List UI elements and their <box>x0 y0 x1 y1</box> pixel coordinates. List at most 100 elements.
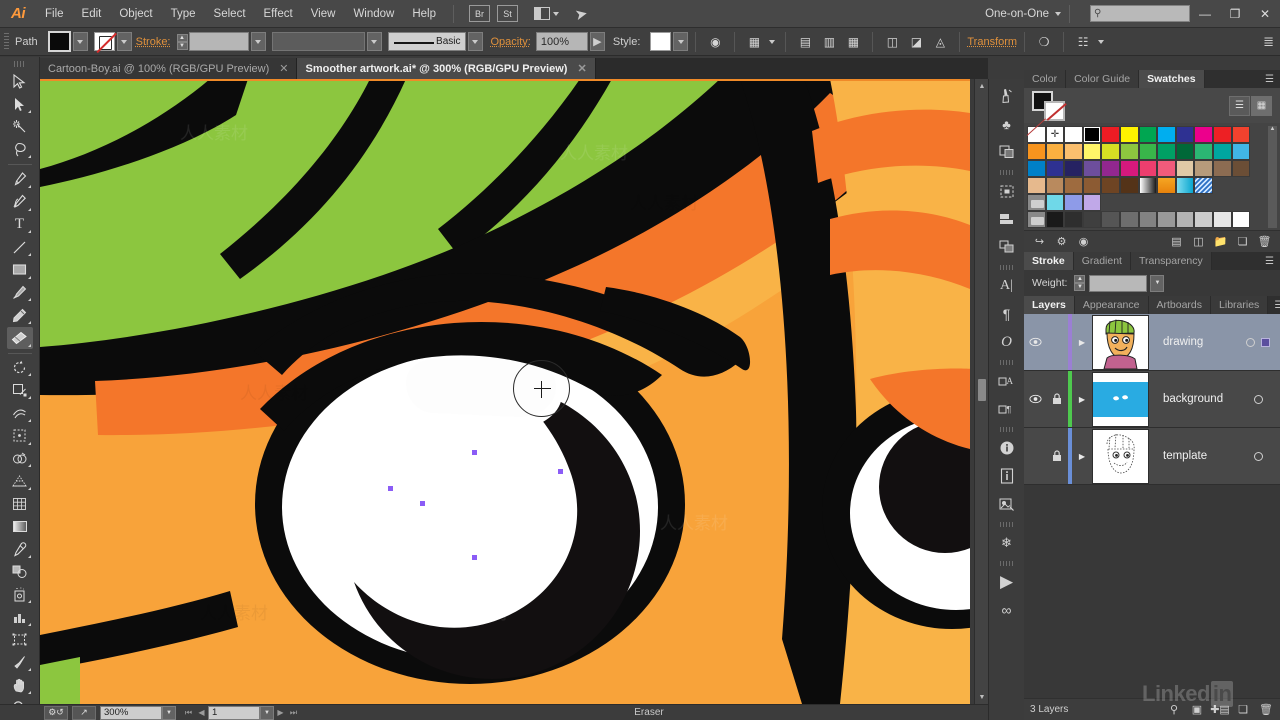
preferences-chevron-icon[interactable] <box>1096 32 1106 52</box>
color-group-icon[interactable]: ◉ <box>1074 233 1093 251</box>
swatch-color[interactable] <box>1231 160 1251 177</box>
perspective-grid-tool[interactable] <box>7 470 33 492</box>
menu-type[interactable]: Type <box>162 0 205 28</box>
swatch-color[interactable] <box>1064 194 1083 211</box>
locate-object-icon[interactable]: ⚲ <box>1166 702 1182 718</box>
fill-dropdown-button[interactable] <box>72 32 88 51</box>
swatch-gradient-cyan[interactable] <box>1175 177 1195 194</box>
links-icon[interactable] <box>992 490 1022 518</box>
swatch-gray[interactable] <box>1045 211 1065 228</box>
symbol-sprayer-tool[interactable] <box>7 584 33 606</box>
swatch-color[interactable] <box>1175 143 1195 160</box>
tab-stroke[interactable]: Stroke <box>1024 252 1074 270</box>
zoom-level-dropdown[interactable]: ▼ <box>162 705 176 720</box>
swatch-none[interactable] <box>1027 126 1046 143</box>
layer-visibility-toggle[interactable] <box>1024 314 1046 370</box>
document-info-icon[interactable] <box>992 462 1022 490</box>
swatch-gradient-bw[interactable] <box>1138 177 1158 194</box>
swatch-libraries-icon[interactable]: ↪ <box>1030 233 1049 251</box>
fill-stroke-indicator[interactable] <box>1032 90 1068 121</box>
menu-window[interactable]: Window <box>344 0 403 28</box>
layer-selection-indicator[interactable] <box>1261 337 1270 347</box>
document-setup-icon[interactable]: ☷ <box>1072 32 1094 52</box>
layer-target-indicator[interactable] <box>1253 394 1263 404</box>
pathfinder-icon[interactable] <box>992 205 1022 233</box>
variable-width-dropdown[interactable] <box>366 32 382 51</box>
opacity-input[interactable]: 100% <box>535 32 588 51</box>
share-on-behance-icon[interactable]: ↗ <box>72 705 96 720</box>
new-swatch-icon[interactable]: ❏ <box>1233 233 1252 251</box>
swatch-color[interactable] <box>1045 194 1065 211</box>
swatch-white[interactable] <box>1064 126 1083 143</box>
arrange-documents-button[interactable] <box>534 7 559 20</box>
scroll-up-icon[interactable]: ▲ <box>975 79 989 93</box>
select-similar-icon[interactable]: ▦ <box>743 32 765 52</box>
swatch-color[interactable] <box>1101 126 1120 143</box>
swatch-options-icon[interactable]: ◫ <box>1189 233 1208 251</box>
path-anchor-point[interactable] <box>420 501 425 506</box>
column-graph-tool[interactable] <box>7 606 33 628</box>
layers-panel-menu-icon[interactable]: ☰ <box>1268 296 1280 314</box>
make-mask-icon[interactable]: ▣ <box>1189 702 1205 718</box>
swatch-color[interactable] <box>1157 160 1176 177</box>
swatch-gray[interactable] <box>1231 211 1251 228</box>
pencil-tool[interactable] <box>7 304 33 326</box>
swatch-color[interactable] <box>1119 126 1139 143</box>
swatch-color[interactable] <box>1045 143 1065 160</box>
align-left-icon[interactable]: ▤ <box>794 32 816 52</box>
path-anchor-point[interactable] <box>472 450 477 455</box>
swatch-color[interactable] <box>1045 177 1065 194</box>
artboard[interactable]: 人人素材 人人素材 人人素材 人人素材 人人素材 人人素材 人人素材 M 人人素… <box>40 79 970 704</box>
menu-help[interactable]: Help <box>403 0 445 28</box>
artboard-dropdown[interactable]: ▼ <box>260 705 274 720</box>
layer-visibility-toggle[interactable] <box>1024 428 1046 484</box>
swatch-color[interactable] <box>1027 143 1046 160</box>
swatch-gray[interactable] <box>1212 211 1232 228</box>
swatch-color[interactable] <box>1231 143 1251 160</box>
magic-wand-tool[interactable] <box>7 116 33 138</box>
symbols-icon[interactable]: ♣ <box>992 110 1022 138</box>
tab-libraries[interactable]: Libraries <box>1211 296 1269 314</box>
actions-icon[interactable]: ▶ <box>992 568 1022 596</box>
gradient-tool[interactable] <box>7 516 33 538</box>
search-input[interactable]: ⚲ <box>1090 5 1190 22</box>
graphic-styles-icon[interactable] <box>992 138 1022 166</box>
tab-close-icon[interactable]: ✕ <box>577 62 586 75</box>
tab-layers[interactable]: Layers <box>1024 296 1075 314</box>
tab-color-guide[interactable]: Color Guide <box>1066 70 1140 88</box>
blend-tool[interactable] <box>7 561 33 583</box>
swatch-color[interactable] <box>1082 194 1102 211</box>
rotate-tool[interactable] <box>7 357 33 379</box>
layer-row[interactable]: ▶ drawing <box>1024 314 1280 371</box>
swatch-color[interactable] <box>1194 160 1213 177</box>
last-artboard-icon[interactable]: ⏭ <box>287 706 300 720</box>
mesh-tool[interactable] <box>7 493 33 515</box>
swatches-scrollbar[interactable]: ▲ <box>1268 126 1277 228</box>
new-folder-icon[interactable]: 📁 <box>1211 233 1230 251</box>
swatch-color[interactable] <box>1101 177 1120 194</box>
graphic-style-dropdown[interactable] <box>673 32 689 51</box>
sync-settings-icon[interactable]: ⚙↺ <box>44 705 68 720</box>
character-styles-icon[interactable]: A <box>992 367 1022 395</box>
layer-visibility-toggle[interactable] <box>1024 371 1046 427</box>
path-anchor-point[interactable] <box>558 469 563 474</box>
layer-target-indicator[interactable] <box>1246 337 1255 347</box>
delete-swatch-icon[interactable]: 🗑 <box>1255 233 1274 251</box>
swatch-color[interactable] <box>1082 160 1102 177</box>
swatch-color[interactable] <box>1045 160 1065 177</box>
line-segment-tool[interactable] <box>7 236 33 258</box>
artboard-number-input[interactable]: 1 <box>208 705 260 720</box>
fill-color-swatch[interactable] <box>47 31 71 52</box>
align-bottom-icon[interactable]: ◬ <box>929 32 951 52</box>
document-canvas[interactable]: 人人素材 人人素材 人人素材 人人素材 人人素材 人人素材 人人素材 M 人人素… <box>40 79 988 704</box>
document-tab-cartoon-boy[interactable]: Cartoon-Boy.ai @ 100% (RGB/GPU Preview) … <box>40 58 298 79</box>
tab-close-icon[interactable]: ✕ <box>279 62 288 75</box>
swatch-color[interactable] <box>1119 143 1139 160</box>
layer-row[interactable]: ▶ template <box>1024 428 1280 485</box>
stroke-dropdown-button[interactable] <box>116 32 132 51</box>
tab-gradient[interactable]: Gradient <box>1073 252 1131 270</box>
path-anchor-point[interactable] <box>472 555 477 560</box>
layer-name[interactable]: background <box>1149 371 1236 427</box>
swatch-color[interactable] <box>1138 126 1158 143</box>
swatch-gray[interactable] <box>1194 211 1213 228</box>
